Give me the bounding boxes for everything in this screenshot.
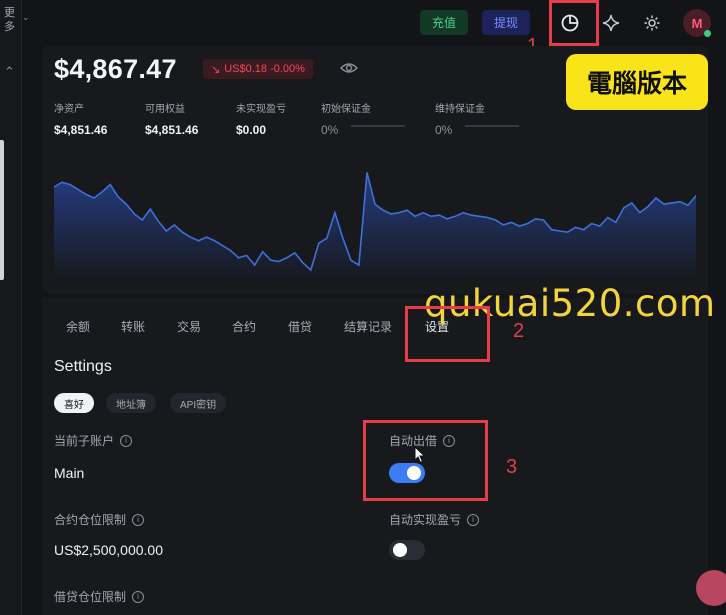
chevron-down-icon[interactable]: ⌄ [22,12,30,23]
subtab-address-book[interactable]: 地址簿 [106,393,156,413]
withdraw-button[interactable]: 提现 [482,10,530,35]
info-icon[interactable]: i [120,434,133,447]
stat-maintenance-margin: 维持保证金 0% [435,100,519,137]
stat-label: 可用权益 [145,104,185,115]
auto-pnl-label: 自动实现盈亏 i [389,511,480,528]
contract-limit-label: 合约仓位限制 i [54,511,145,528]
stat-value: $0.00 [236,123,267,137]
online-status-dot [704,30,711,37]
settings-title: Settings [54,358,112,375]
trend-down-icon: ↘ [211,63,221,76]
margin-bar [465,125,519,127]
stat-label: 初始保证金 [321,104,371,115]
balance-change-text: US$0.18 -0.00% [224,63,305,75]
contract-limit-value: US$2,500,000.00 [54,542,163,558]
current-subaccount-value[interactable]: Main [54,465,84,481]
stat-available-equity: 可用权益 $4,851.46 [145,100,198,137]
more-menu-label[interactable]: 更多 [4,6,15,34]
stat-label: 未实现盈亏 [236,104,286,115]
stat-unrealized-pnl: 未实现盈亏 $0.00 [236,100,286,137]
tab-contracts[interactable]: 合约 [232,318,256,335]
highlight-box-1 [549,0,599,46]
chevron-up-icon[interactable]: ⌃ [4,64,15,80]
subtab-preferences[interactable]: 喜好 [54,393,94,413]
stat-value: $4,851.46 [145,123,199,137]
stat-label: 净资产 [54,104,84,115]
info-icon[interactable]: i [467,513,480,526]
stat-initial-margin: 初始保证金 0% [321,100,405,137]
tab-settlement-records[interactable]: 结算记录 [344,318,392,335]
borrow-limit-label: 借贷仓位限制 i [54,588,145,605]
highlight-box-2 [405,306,490,362]
info-icon[interactable]: i [132,513,145,526]
highlight-marker-3: 3 [506,456,518,478]
balance-history-chart [54,172,696,280]
scroll-indicator[interactable] [0,140,4,280]
current-subaccount-label: 当前子账户 i [54,432,133,449]
tab-trades[interactable]: 交易 [177,318,201,335]
deposit-button[interactable]: 充值 [420,10,468,35]
highlight-marker-2: 2 [513,320,525,342]
eye-icon[interactable] [340,60,358,76]
stat-value: $4,851.46 [54,123,108,137]
total-balance: $4,867.47 [54,54,177,84]
gear-icon[interactable] [638,9,666,37]
auto-pnl-toggle[interactable] [389,540,425,560]
stat-label: 维持保证金 [435,104,485,115]
field-label-text: 自动实现盈亏 [389,513,462,527]
left-rail [0,0,22,615]
balance-change-badge: ↘ US$0.18 -0.00% [203,59,313,79]
toggle-knob [393,543,407,557]
info-icon[interactable]: i [132,590,145,603]
support-chat-button[interactable] [696,570,726,606]
highlight-box-3 [363,420,488,501]
field-label-text: 借贷仓位限制 [54,590,127,604]
desktop-version-badge: 電腦版本 [566,54,708,110]
margin-bar [351,125,405,127]
field-label-text: 当前子账户 [54,434,115,448]
tab-borrowing[interactable]: 借贷 [288,318,312,335]
stat-net-assets: 净资产 $4,851.46 [54,100,107,137]
field-label-text: 合约仓位限制 [54,513,127,527]
sparkle-icon[interactable] [597,9,625,37]
tab-balance[interactable]: 余额 [66,318,90,335]
tab-transfer[interactable]: 转账 [121,318,145,335]
subtab-api-keys[interactable]: API密钥 [170,393,227,413]
